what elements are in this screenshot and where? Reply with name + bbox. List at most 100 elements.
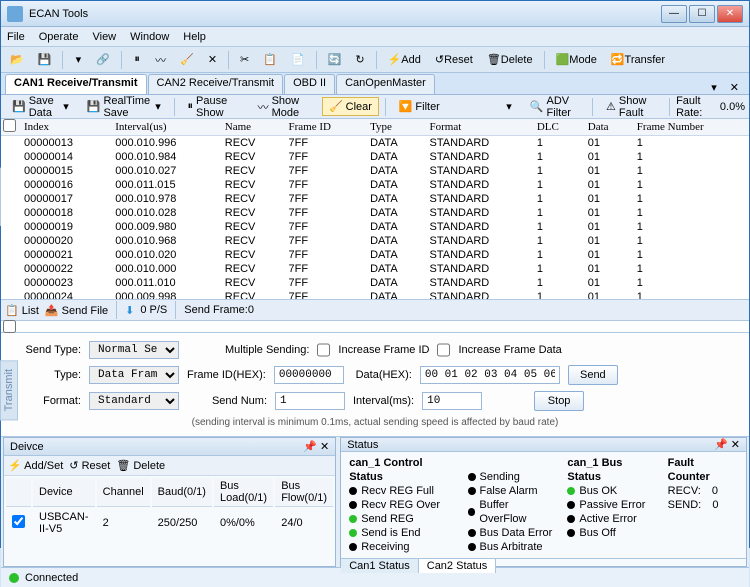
col-format[interactable]: Format [424,119,531,136]
addset-button[interactable]: ⚡ Add/Set [8,459,63,472]
device-close-icon[interactable]: ✕ [320,441,329,453]
filter-button[interactable]: 🔽 Filter [392,97,447,116]
delete-button[interactable]: 🗑 Delete [482,50,538,70]
col-frameid[interactable]: Frame ID [283,119,365,136]
send-file-button[interactable]: 📤 Send File [45,304,108,317]
paste-icon[interactable]: 📄 [286,50,310,70]
close-button[interactable]: ✕ [717,5,743,23]
transmit-checkbox[interactable] [3,320,16,333]
tab-close-icon[interactable]: ✕ [724,81,745,94]
transfer-button[interactable]: 🔁 Transfer [606,50,670,70]
mode-button[interactable]: 🟩 Mode [551,50,602,70]
can2-status-tab[interactable]: Can2 Status [419,559,497,573]
table-row[interactable]: 00000019000.009.980RECV7FFDATASTANDARD10… [1,220,749,234]
table-row[interactable]: 00000023000.011.010RECV7FFDATASTANDARD10… [1,276,749,290]
new-icon[interactable]: ▾ [69,50,87,70]
table-row[interactable]: 00000016000.011.015RECV7FFDATASTANDARD10… [1,178,749,192]
interval-input[interactable] [422,392,482,410]
menu-file[interactable]: File [7,31,25,43]
dev-col-busflow[interactable]: Bus Flow(0/1) [275,478,333,507]
wave-icon[interactable]: 〰 [150,50,171,70]
minimize-button[interactable]: — [661,5,687,23]
clear-button[interactable]: 🧹 Clear [322,97,379,116]
interval-label: Interval(ms): [353,395,414,407]
filter-dropdown[interactable]: ▾ [499,97,519,116]
increase-framedata-checkbox[interactable] [437,341,450,359]
col-framenum[interactable]: Frame Number [631,119,749,136]
select-all-checkbox[interactable] [3,119,16,132]
fault-rate-label: Fault Rate: [676,95,716,119]
table-row[interactable]: 00000022000.010.000RECV7FFDATASTANDARD10… [1,262,749,276]
show-mode-button[interactable]: 〰 Show Mode [251,92,318,122]
menu-window[interactable]: Window [130,31,169,43]
send-type-select[interactable]: Normal Send [89,341,179,359]
show-fault-button[interactable]: ⚠ Show Fault [599,92,663,122]
dev-reset-button[interactable]: ↺ Reset [69,459,110,472]
col-dlc[interactable]: DLC [531,119,582,136]
cut-icon[interactable]: ✂ [235,50,254,70]
dev-col-busload[interactable]: Bus Load(0/1) [214,478,273,507]
down-arrow-icon[interactable]: ⬇ [125,304,134,317]
maximize-button[interactable]: ☐ [689,5,715,23]
col-data[interactable]: Data [582,119,631,136]
col-type[interactable]: Type [364,119,423,136]
refresh-icon[interactable]: ↻ [350,50,369,70]
pause-show-button[interactable]: ⏸ Pause Show [181,92,247,122]
stop-button[interactable]: Stop [534,391,584,411]
adv-filter-button[interactable]: 🔍 ADV Filter [523,92,586,122]
connect-icon[interactable]: 🔗 [91,50,115,70]
col-name[interactable]: Name [219,119,283,136]
filter-icon[interactable]: ✕ [203,50,222,70]
status-close-icon[interactable]: ✕ [731,439,740,451]
copy-icon[interactable]: 📋 [258,50,282,70]
dot-icon [567,515,575,523]
clear-icon[interactable]: 🧹 [175,50,199,70]
device-checkbox[interactable] [12,515,25,528]
dot-icon [468,508,476,516]
table-row[interactable]: 00000020000.010.968RECV7FFDATASTANDARD10… [1,234,749,248]
dev-delete-button[interactable]: 🗑 Delete [116,459,165,472]
transmit-side-tab[interactable]: Transmit [0,360,18,420]
pin-icon[interactable]: 📌 [303,441,317,453]
can1-status-tab[interactable]: Can1 Status [341,559,419,573]
type-select[interactable]: Data Frame [89,366,179,384]
table-row[interactable]: 00000017000.010.978RECV7FFDATASTANDARD10… [1,192,749,206]
table-row[interactable]: 00000013000.010.996RECV7FFDATASTANDARD10… [1,136,749,151]
table-row[interactable]: 00000018000.010.028RECV7FFDATASTANDARD10… [1,206,749,220]
dev-col-channel[interactable]: Channel [97,478,150,507]
menu-operate[interactable]: Operate [39,31,79,43]
tab-canopen[interactable]: CanOpenMaster [336,74,435,94]
send-button[interactable]: Send [568,365,618,385]
dev-col-baud[interactable]: Baud(0/1) [152,478,212,507]
save-data-button[interactable]: 💾 Save Data ▾ [5,92,76,122]
datahex-label: Data(HEX): [352,369,412,381]
menu-view[interactable]: View [92,31,116,43]
table-row[interactable]: 00000021000.010.020RECV7FFDATASTANDARD10… [1,248,749,262]
device-row[interactable]: USBCAN-II-V5 2 250/250 0%/0% 24/0 [6,509,333,537]
cycle-icon[interactable]: 🔄 [323,50,347,70]
list-button[interactable]: 📋 List [5,304,39,317]
table-row[interactable]: 00000024000.009.998RECV7FFDATASTANDARD10… [1,290,749,299]
frameid-label: Frame ID(HEX): [187,369,266,381]
increase-frameid-checkbox[interactable] [317,341,330,359]
menu-help[interactable]: Help [183,31,206,43]
format-select[interactable]: Standard [89,392,179,410]
pause-icon[interactable]: ⏸ [128,50,146,70]
col-interval[interactable]: Interval(us) [109,119,219,136]
add-button[interactable]: ⚡ Add [383,50,426,70]
receive-table[interactable]: Index Interval(us) Name Frame ID Type Fo… [1,119,749,299]
datahex-input[interactable] [420,366,560,384]
dev-col-device[interactable]: Device [33,478,95,507]
open-icon[interactable]: 📂 [5,50,29,70]
sendnum-label: Send Num: [187,395,267,407]
save-icon[interactable]: 💾 [33,50,57,70]
sendnum-input[interactable] [275,392,345,410]
reset-button[interactable]: ↺ Reset [430,50,478,70]
status-pin-icon[interactable]: 📌 [714,439,728,451]
table-row[interactable]: 00000015000.010.027RECV7FFDATASTANDARD10… [1,164,749,178]
frameid-input[interactable] [274,366,344,384]
realtime-save-button[interactable]: 💾 RealTime Save ▾ [80,92,168,122]
tab-dropdown-icon[interactable]: ▾ [705,81,723,94]
table-row[interactable]: 00000014000.010.984RECV7FFDATASTANDARD10… [1,150,749,164]
col-index[interactable]: Index [18,119,109,136]
